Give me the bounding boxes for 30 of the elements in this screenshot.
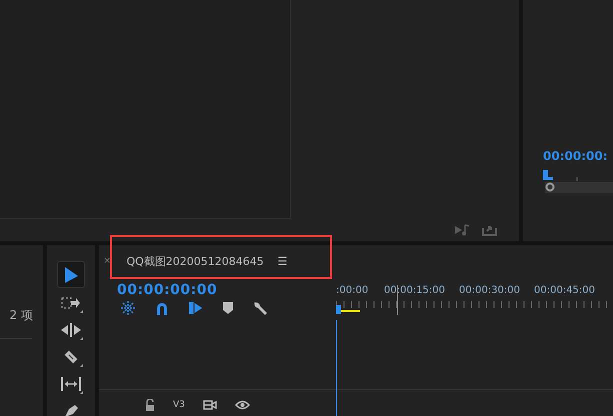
dashed-box-arrow-icon: [61, 296, 81, 310]
bracket-arrow-icon: [61, 376, 81, 390]
wrench-icon[interactable]: [253, 301, 267, 315]
ruler-label: 00:00:30:00: [459, 285, 522, 296]
arrow-icon: [63, 266, 79, 284]
camera-icon[interactable]: [202, 400, 217, 410]
item-count: 2 项: [10, 307, 34, 324]
corner-triangle-icon: [80, 310, 83, 313]
ruler-label: :00:00: [336, 285, 370, 296]
close-button[interactable]: ×: [104, 255, 110, 267]
marker-icon[interactable]: [223, 302, 233, 314]
pen-icon: [63, 404, 79, 416]
lock-icon[interactable]: [145, 399, 155, 411]
corner-triangle-icon: [80, 337, 83, 340]
sequence-tab[interactable]: QQ截图20200512084645: [126, 254, 264, 268]
double-arrow-icon: [61, 322, 81, 336]
select-tool[interactable]: [57, 261, 85, 288]
corner-triangle-icon: [80, 391, 83, 394]
snap-magnet-icon[interactable]: [155, 301, 169, 315]
playhead-scrubber[interactable]: [543, 169, 613, 193]
corner-triangle-icon: [80, 364, 83, 367]
track-name: V3: [173, 400, 185, 410]
timecode: 00:00:00:: [543, 149, 608, 163]
menu-button[interactable]: ☰: [270, 254, 288, 268]
timecode: 00:00:00:00: [117, 282, 218, 298]
nest-icon[interactable]: [121, 301, 135, 315]
linked-selection-icon[interactable]: [189, 301, 203, 315]
playhead-handle[interactable]: [336, 305, 341, 314]
ruler-label: 00:00:45:00: [534, 285, 596, 296]
eye-icon[interactable]: [234, 400, 250, 410]
